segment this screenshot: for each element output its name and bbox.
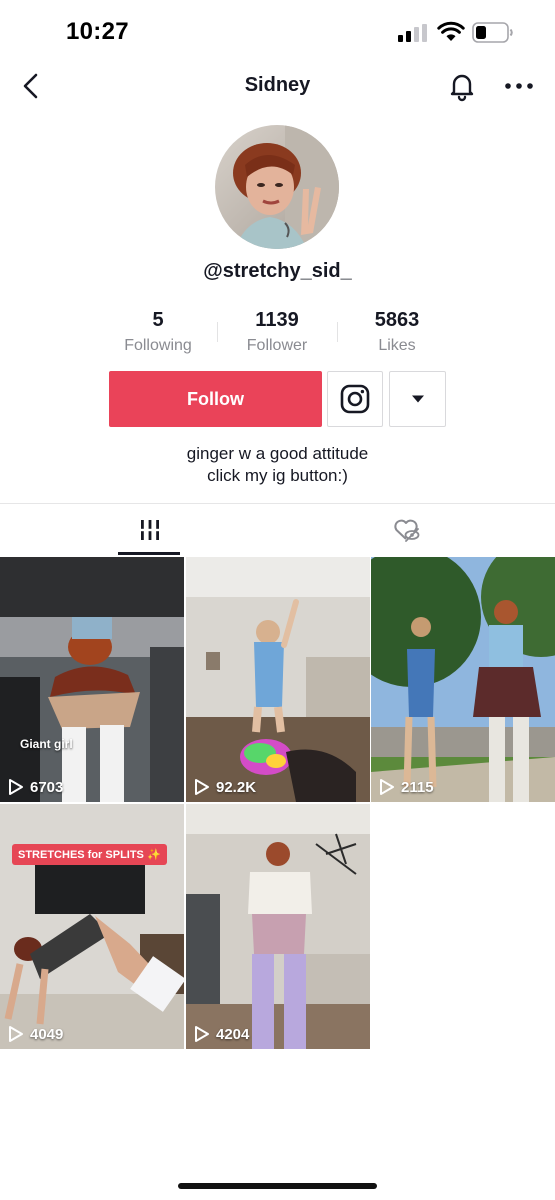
play-outline-icon [9, 779, 23, 795]
video-thumbnail[interactable]: Giant girl 6703 [0, 557, 184, 802]
video-thumbnail-image [186, 804, 370, 1049]
video-views: 92.2K [194, 778, 256, 796]
tab-videos[interactable] [11, 504, 288, 556]
more-options-button[interactable] [502, 70, 536, 102]
instagram-icon [340, 384, 370, 414]
profile-bio: ginger w a good attitude click my ig but… [0, 443, 555, 487]
tab-liked[interactable] [268, 504, 545, 556]
video-views: 4049 [8, 1025, 63, 1043]
bio-line: ginger w a good attitude [186, 444, 369, 463]
home-indicator [178, 1183, 377, 1189]
profile-photo [215, 125, 339, 249]
play-outline-icon [380, 779, 394, 795]
follower-label: Follower [246, 337, 308, 354]
instagram-button[interactable] [327, 371, 383, 427]
view-count: 4049 [30, 1025, 64, 1043]
view-count: 2115 [401, 778, 434, 796]
bell-icon [450, 74, 474, 102]
following-label: Following [124, 337, 192, 354]
play-outline-icon [9, 1026, 23, 1042]
play-outline-icon [195, 1026, 209, 1042]
status-time: 10:27 [66, 18, 129, 45]
video-views: 6703 [8, 778, 63, 796]
avatar[interactable] [215, 125, 339, 249]
cellular-signal-icon [398, 24, 430, 42]
follow-button[interactable]: Follow [109, 371, 322, 427]
likes-count: 5863 [374, 309, 420, 331]
play-outline-icon [195, 779, 209, 795]
active-tab-indicator [118, 552, 180, 555]
more-dots-icon [505, 83, 533, 89]
video-thumbnail-image [186, 557, 370, 802]
username: @stretchy_sid_ [203, 260, 352, 282]
video-thumbnail[interactable]: 92.2K [186, 557, 370, 802]
suggested-accounts-button[interactable] [389, 371, 446, 427]
video-caption-badge: STRETCHES for SPLITS ✨ [12, 844, 167, 865]
video-views: 4204 [194, 1025, 249, 1043]
stat-following[interactable]: 5 Following [98, 308, 218, 356]
video-thumbnail-image [0, 557, 184, 802]
view-count: 92.2K [216, 778, 257, 796]
likes-label: Likes [378, 337, 416, 354]
battery-icon [472, 22, 513, 43]
stat-likes[interactable]: 5863 Likes [337, 308, 457, 356]
caret-down-icon [411, 395, 424, 403]
view-count: 6703 [30, 778, 64, 796]
video-thumbnail[interactable]: 4204 [186, 804, 370, 1049]
following-count: 5 [152, 309, 164, 331]
stat-followers[interactable]: 1139 Follower [217, 308, 337, 356]
video-thumbnail-image [371, 557, 555, 802]
follower-count: 1139 [255, 309, 299, 331]
video-views: 2115 [379, 778, 434, 796]
profile-header: Sidney [0, 62, 555, 110]
bio-line: click my ig button:) [207, 466, 348, 485]
video-thumbnail[interactable]: STRETCHES for SPLITS ✨ 4049 [0, 804, 184, 1049]
status-bar: 10:27 [0, 0, 555, 62]
video-thumbnail-image [0, 804, 184, 1049]
video-overlay-text: Giant girl [20, 737, 73, 751]
view-count: 4204 [216, 1025, 250, 1043]
liked-hidden-heart-icon [393, 519, 419, 542]
notifications-button[interactable] [446, 70, 478, 102]
video-thumbnail[interactable]: 2115 [371, 557, 555, 802]
profile-stats: 5 Following 1139 Follower 5863 Likes [0, 308, 555, 358]
grid-bars-icon [138, 520, 161, 540]
wifi-icon [437, 21, 465, 41]
